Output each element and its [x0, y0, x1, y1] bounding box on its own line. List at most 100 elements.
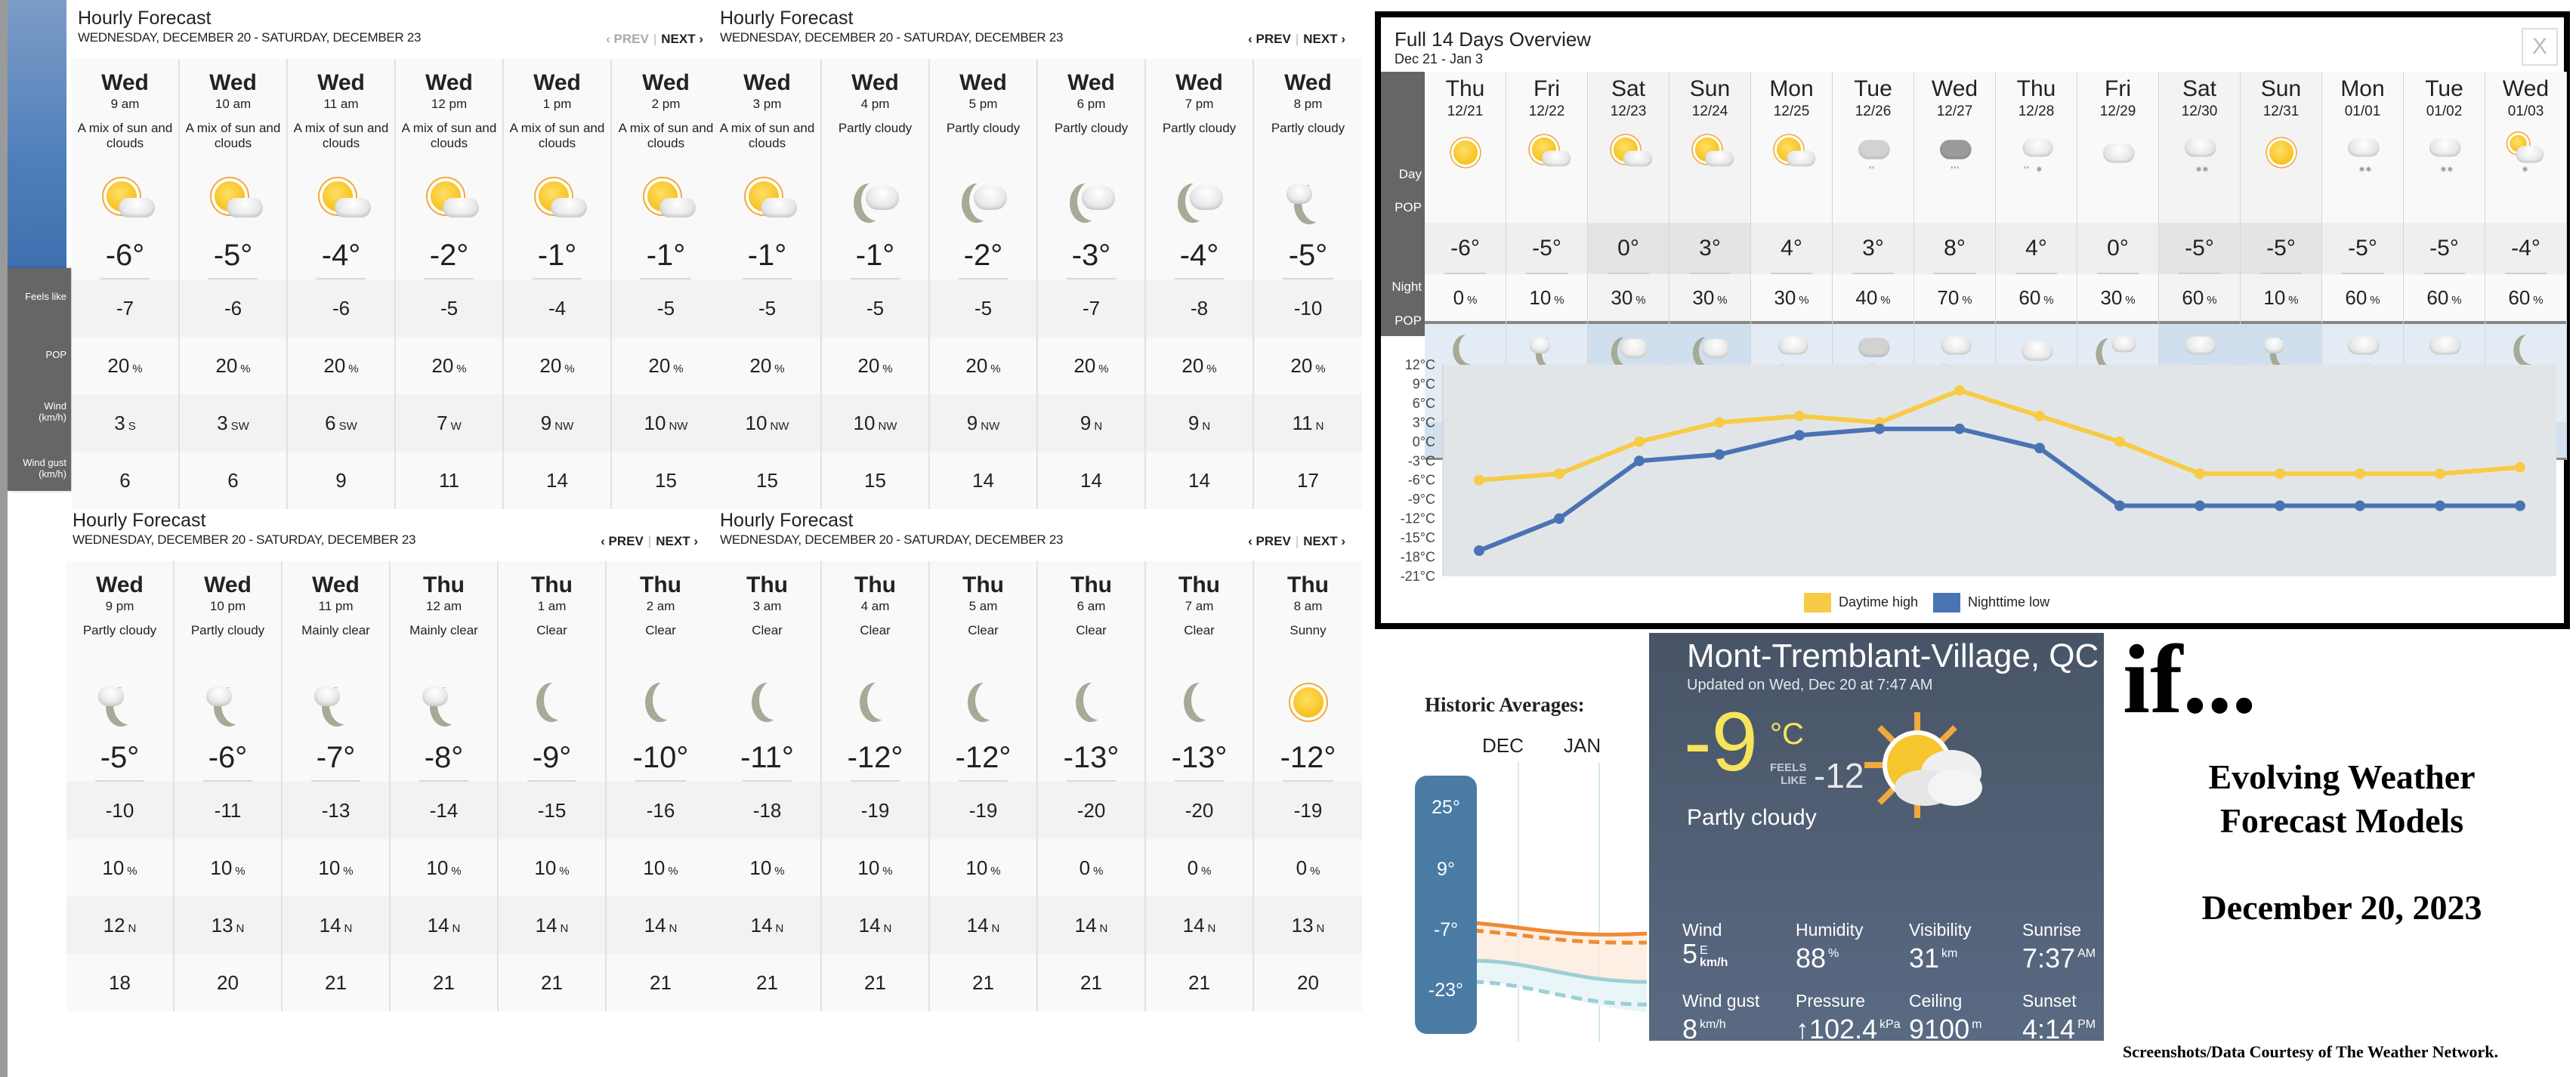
data-point[interactable] — [1874, 423, 1885, 434]
data-point[interactable] — [1714, 417, 1725, 428]
sun-cloud-icon — [423, 174, 479, 227]
stat-label: Wind gust — [1682, 991, 1760, 1011]
caption-date: December 20, 2023 — [2201, 888, 2482, 927]
data-point[interactable] — [2034, 443, 2045, 454]
hour-temperature: -13° — [1038, 736, 1144, 782]
feels-like-value: -12 — [1814, 756, 1864, 795]
hour-condition: Clear — [1184, 623, 1215, 637]
overview-high: 4° — [1751, 223, 1832, 274]
overview-high: -5° — [2322, 223, 2403, 274]
overview-date: 12/30 — [2181, 103, 2218, 119]
hour-feels-like: -15 — [499, 782, 605, 839]
stat-ceiling: Ceiling 9100 m — [1909, 991, 1982, 1045]
data-point[interactable] — [2515, 461, 2525, 473]
hour-condition: Clear — [860, 623, 891, 637]
hour-day: Thu — [1287, 572, 1329, 597]
hour-pop: 0% — [1296, 856, 1320, 879]
data-point[interactable] — [2355, 468, 2365, 480]
window-edge — [0, 0, 8, 1077]
next-button[interactable]: NEXT › — [1303, 534, 1345, 548]
hour-column: Wed 9 am A mix of sun and clouds -6° -7 … — [72, 59, 180, 509]
current-conditions-card: Mont-Tremblant-Village, QC Updated on We… — [1649, 633, 2104, 1045]
data-point[interactable] — [1474, 545, 1484, 557]
hour-day: Thu — [423, 572, 465, 597]
data-point[interactable] — [2114, 500, 2125, 511]
data-point[interactable] — [2355, 500, 2365, 511]
hour-condition: Mainly clear — [301, 623, 370, 637]
hour-time: 1 am — [537, 599, 567, 613]
moon-icon — [635, 676, 687, 729]
overview-weekday: Wed — [2502, 76, 2550, 101]
panel-date-range: WEDNESDAY, DECEMBER 20 - SATURDAY, DECEM… — [73, 532, 416, 547]
data-point[interactable] — [2195, 500, 2205, 511]
prev-button[interactable]: ‹ PREV — [1248, 534, 1291, 548]
hour-column: Wed 9 pm Partly cloudy -5° -10 10% 12 N 1… — [66, 561, 175, 1011]
hour-feels-like: -14 — [391, 782, 497, 839]
data-point[interactable] — [1714, 449, 1725, 460]
hour-temperature: -9° — [499, 736, 605, 782]
hour-condition: Partly cloudy — [190, 623, 265, 637]
sun-snow-icon: ✱ — [2505, 131, 2547, 174]
overview-high: 3° — [1833, 223, 1913, 274]
hour-column: Wed 5 pm Partly cloudy -2° -5 20% 9 NW 14 — [930, 59, 1038, 509]
sidebar-accent — [8, 0, 66, 268]
hour-feels-like: -5 — [930, 279, 1036, 337]
data-point[interactable] — [1954, 384, 1965, 396]
hour-condition: Partly cloudy — [82, 623, 157, 637]
hour-temperature: -12° — [930, 736, 1036, 782]
data-point[interactable] — [2275, 468, 2285, 480]
hour-day: Wed — [1067, 70, 1115, 95]
data-point[interactable] — [1794, 430, 1805, 441]
hour-column: Wed 4 pm Partly cloudy -1° -5 20% 10 NW 1… — [822, 59, 930, 509]
data-point[interactable] — [1634, 455, 1645, 467]
hour-time: 9 pm — [105, 599, 134, 613]
moon-cloud-icon — [1065, 174, 1118, 227]
close-button[interactable]: X — [2522, 28, 2558, 66]
hour-pop: 10% — [426, 856, 462, 879]
hour-column: Wed 11 am A mix of sun and clouds -4° -6… — [288, 59, 396, 509]
data-point[interactable] — [2515, 500, 2525, 511]
next-button[interactable]: NEXT › — [661, 32, 703, 46]
y-tick-label: 9°C — [1413, 376, 1435, 391]
prev-button[interactable]: ‹ PREV — [601, 534, 644, 548]
moon-icon — [741, 676, 794, 729]
data-point[interactable] — [1634, 436, 1645, 447]
hour-wind: 11 N — [1254, 394, 1362, 452]
hour-wind-gust: 14 — [1188, 468, 1210, 492]
hour-wind: 6 SW — [288, 394, 394, 452]
hour-pop: 10% — [318, 856, 354, 879]
overview-date: 12/25 — [1773, 103, 1810, 119]
hour-temperature: -7° — [283, 736, 389, 782]
sun-cloud-icon — [640, 174, 696, 227]
scale-minus-23: -23° — [1428, 980, 1464, 1001]
overview-day-pop: 30% — [1751, 274, 1832, 324]
data-point[interactable] — [1954, 423, 1965, 434]
temperature-unit: °C — [1770, 717, 1804, 751]
data-point[interactable] — [2435, 468, 2445, 480]
hour-time: 12 am — [425, 599, 462, 613]
data-point[interactable] — [1554, 468, 1564, 480]
data-point[interactable] — [2195, 468, 2205, 480]
data-point[interactable] — [1794, 410, 1805, 421]
hour-condition: A mix of sun and clouds — [618, 121, 714, 150]
data-point[interactable] — [2275, 500, 2285, 511]
hour-condition: Clear — [1076, 623, 1107, 637]
next-button[interactable]: NEXT › — [656, 534, 698, 548]
data-point[interactable] — [1554, 513, 1564, 524]
hour-wind-gust: 21 — [1080, 971, 1102, 994]
prev-button[interactable]: ‹ PREV — [606, 32, 649, 46]
data-point[interactable] — [1474, 474, 1484, 486]
legend-item-nighttime-low[interactable]: Nighttime low — [1933, 593, 2049, 613]
overview-date: 12/23 — [1610, 103, 1647, 119]
stat-label: Visibility — [1909, 920, 1972, 940]
data-point[interactable] — [2435, 500, 2445, 511]
month-jan: JAN — [1564, 734, 1602, 757]
next-button[interactable]: NEXT › — [1303, 32, 1345, 46]
hour-feels-like: -5 — [612, 279, 720, 337]
hour-day: Wed — [312, 572, 360, 597]
prev-button[interactable]: ‹ PREV — [1248, 32, 1291, 46]
data-point[interactable] — [2114, 436, 2125, 447]
hour-wind-gust: 21 — [325, 971, 347, 994]
legend-item-daytime-high[interactable]: Daytime high — [1804, 593, 1918, 613]
data-point[interactable] — [2034, 410, 2045, 421]
